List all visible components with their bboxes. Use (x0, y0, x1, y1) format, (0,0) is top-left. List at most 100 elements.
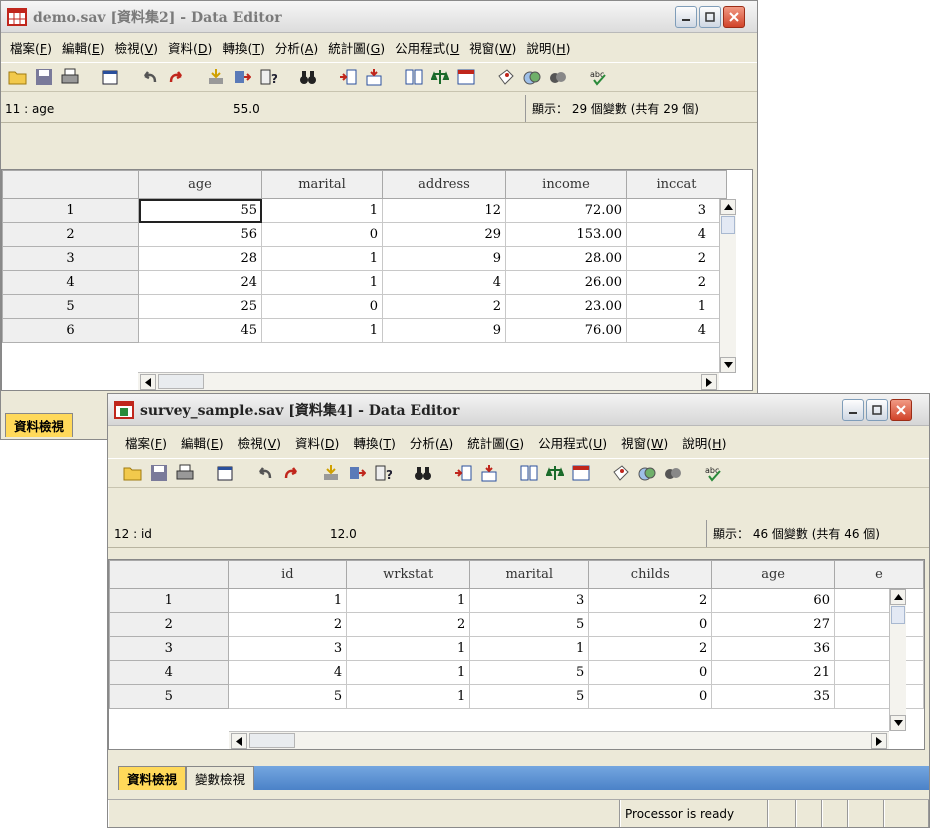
column-header[interactable]: age (138, 170, 262, 199)
menu-data[interactable]: 資料(D) (163, 38, 217, 57)
show-all-variables-button[interactable] (662, 462, 684, 484)
data-cell[interactable]: 3 (227, 636, 348, 661)
data-cell[interactable]: 35 (711, 684, 835, 709)
row-header[interactable]: 1 (109, 588, 229, 613)
data-cell[interactable]: 12 (382, 198, 506, 223)
data-cell[interactable]: 5 (227, 684, 348, 709)
column-header[interactable]: age (711, 560, 835, 589)
data-cell[interactable]: 24 (138, 270, 262, 295)
maximize-button[interactable] (699, 6, 721, 28)
column-header[interactable]: address (382, 170, 506, 199)
open-button[interactable] (7, 66, 29, 88)
spell-check-button[interactable]: abc (587, 66, 609, 88)
select-cases-button[interactable] (570, 462, 592, 484)
split-file-button[interactable] (403, 66, 425, 88)
data-cell[interactable]: 76.00 (505, 318, 627, 343)
data-cell[interactable]: 60 (711, 588, 835, 613)
cell-value-input[interactable]: 55.0 (227, 102, 525, 116)
show-all-variables-button[interactable] (547, 66, 569, 88)
row-header[interactable]: 2 (109, 612, 229, 637)
use-sets-button[interactable] (521, 66, 543, 88)
data-cell[interactable]: 0 (588, 660, 713, 685)
vertical-scrollbar[interactable] (719, 199, 736, 373)
data-cell[interactable]: 5 (469, 612, 590, 637)
row-header[interactable]: 3 (2, 246, 139, 271)
row-header[interactable]: 1 (2, 198, 139, 223)
title-bar[interactable]: demo.sav [資料集2] - Data Editor (1, 1, 757, 33)
data-cell[interactable]: 1 (469, 636, 590, 661)
data-cell[interactable]: 21 (711, 660, 835, 685)
data-cell[interactable]: 1 (346, 660, 471, 685)
data-cell[interactable]: 23.00 (505, 294, 627, 319)
data-cell[interactable] (833, 684, 924, 709)
print-button[interactable] (174, 462, 196, 484)
save-button[interactable] (148, 462, 170, 484)
redo-button[interactable] (280, 462, 302, 484)
data-cell[interactable]: 2 (382, 294, 506, 319)
use-sets-button[interactable] (636, 462, 658, 484)
maximize-button[interactable] (866, 399, 888, 421)
data-cell[interactable]: 5 (469, 660, 590, 685)
tab-data-view[interactable]: 資料檢視 (118, 766, 187, 790)
redo-button[interactable] (165, 66, 187, 88)
menu-help[interactable]: 說明(H) (675, 433, 733, 452)
goto-case-button[interactable] (320, 462, 342, 484)
minimize-button[interactable] (675, 6, 697, 28)
variables-button[interactable]: ? (257, 66, 279, 88)
value-labels-button[interactable] (610, 462, 632, 484)
column-header[interactable]: wrkstat (346, 560, 471, 589)
cell-value-input[interactable]: 12.0 (324, 527, 706, 541)
column-header[interactable]: marital (469, 560, 590, 589)
insert-variable-button[interactable] (363, 66, 385, 88)
menu-utilities[interactable]: 公用程式(U (390, 38, 464, 57)
data-cell[interactable]: 45 (138, 318, 262, 343)
print-button[interactable] (59, 66, 81, 88)
row-header[interactable]: 4 (109, 660, 229, 685)
horizontal-scrollbar[interactable] (229, 731, 889, 749)
column-header[interactable]: e (833, 560, 924, 589)
data-cell[interactable]: 4 (626, 318, 727, 343)
data-cell[interactable]: 56 (138, 222, 262, 247)
menu-file[interactable]: 檔案(F) (118, 433, 174, 452)
data-cell[interactable]: 29 (382, 222, 506, 247)
menu-view[interactable]: 檢視(V) (110, 38, 163, 57)
data-cell[interactable]: 36 (711, 636, 835, 661)
data-cell[interactable] (833, 660, 924, 685)
insert-variable-button[interactable] (478, 462, 500, 484)
data-cell[interactable]: 28.00 (505, 246, 627, 271)
scroll-down-button[interactable] (890, 715, 906, 731)
data-cell[interactable]: 28 (138, 246, 262, 271)
tab-variable-view[interactable]: 變數檢視 (186, 766, 255, 790)
data-cell[interactable] (833, 636, 924, 661)
spell-check-button[interactable]: abc (702, 462, 724, 484)
data-cell[interactable]: 2 (227, 612, 348, 637)
data-cell[interactable]: 0 (588, 684, 713, 709)
value-labels-button[interactable] (495, 66, 517, 88)
open-button[interactable] (122, 462, 144, 484)
data-cell[interactable]: 2 (626, 270, 727, 295)
insert-cases-button[interactable] (337, 66, 359, 88)
column-header[interactable]: childs (588, 560, 713, 589)
row-header[interactable]: 6 (2, 318, 139, 343)
scroll-left-button[interactable] (140, 374, 156, 390)
select-cases-button[interactable] (455, 66, 477, 88)
data-cell[interactable]: 5 (469, 684, 590, 709)
undo-button[interactable] (254, 462, 276, 484)
tab-data-view[interactable]: 資料檢視 (5, 413, 74, 437)
data-cell[interactable]: 9 (382, 246, 506, 271)
data-cell[interactable]: 4 (227, 660, 348, 685)
row-header[interactable]: 2 (2, 222, 139, 247)
data-cell[interactable]: 1 (626, 294, 727, 319)
insert-cases-button[interactable] (452, 462, 474, 484)
row-header[interactable]: 5 (2, 294, 139, 319)
scroll-thumb[interactable] (721, 216, 735, 234)
menu-data[interactable]: 資料(D) (288, 433, 346, 452)
scroll-up-button[interactable] (890, 589, 906, 605)
column-header[interactable]: inccat (626, 170, 727, 199)
data-cell[interactable]: 9 (382, 318, 506, 343)
hscroll-thumb[interactable] (158, 374, 204, 389)
data-cell[interactable]: 1 (346, 588, 471, 613)
data-cell[interactable]: 4 (382, 270, 506, 295)
find-button[interactable] (412, 462, 434, 484)
data-cell[interactable]: 1 (261, 246, 383, 271)
